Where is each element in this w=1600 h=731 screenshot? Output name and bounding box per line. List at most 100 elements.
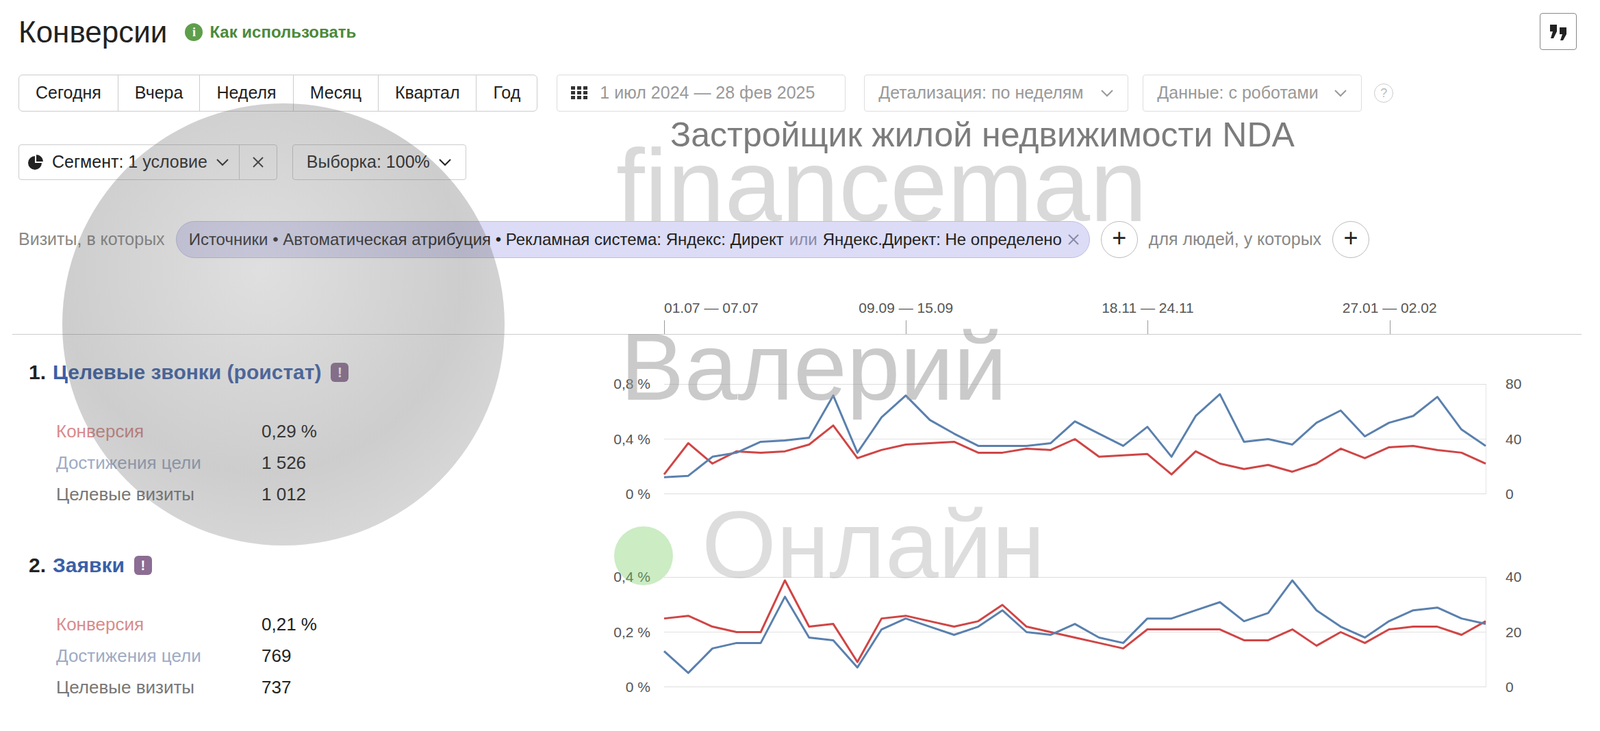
metric-label: Целевые визиты bbox=[56, 674, 262, 702]
sample-dropdown[interactable]: Выборка: 100% bbox=[292, 144, 467, 181]
goal-summary: 1.Целевые звонки (роистат)! Конверсия0,29… bbox=[28, 356, 596, 511]
period-button[interactable]: Квартал bbox=[377, 74, 477, 112]
metric-value: 737 bbox=[261, 674, 291, 702]
metric-row: Достижения цели1 526 bbox=[28, 447, 596, 479]
chart-plot bbox=[664, 577, 1487, 688]
metric-label: Целевые визиты bbox=[56, 481, 262, 509]
goal-summary: 2.Заявки!Конверсия0,21 %Достижения цели7… bbox=[28, 549, 596, 704]
warning-badge[interactable]: ! bbox=[330, 362, 349, 383]
goal-number: 1. bbox=[28, 356, 46, 388]
toolbar: СегодняВчераНеделяМесяцКварталГод 1 июл 2… bbox=[18, 74, 1582, 112]
axis-tick: 40 bbox=[1505, 431, 1548, 448]
goal-number: 2. bbox=[28, 549, 46, 581]
series-line[interactable] bbox=[664, 580, 1486, 663]
period-selector: СегодняВчераНеделяМесяцКварталГод bbox=[18, 74, 538, 112]
timeline-axis: 01.07 — 07.07 09.09 — 15.09 18.11 — 24.11 2… bbox=[664, 295, 1487, 335]
add-people-condition-button[interactable]: + bbox=[1332, 221, 1370, 259]
page-header: Конверсии iКак использовать bbox=[18, 9, 1582, 55]
axis-tick: 40 bbox=[1505, 568, 1548, 586]
goals-list: 1.Целевые звонки (роистат)! Конверсия0,29… bbox=[0, 334, 1600, 704]
metric-label: Конверсия bbox=[56, 418, 262, 446]
feedback-button[interactable] bbox=[1539, 13, 1577, 50]
online-dot bbox=[614, 526, 673, 586]
right-axis: 80400 bbox=[1486, 375, 1548, 503]
axis-tick: 0 bbox=[1505, 486, 1548, 503]
right-axis: 40200 bbox=[1486, 568, 1548, 696]
tick-mark bbox=[664, 320, 665, 335]
left-axis: 0,8 % 0,4 % 0 % bbox=[595, 375, 665, 503]
segment-button[interactable]: Сегмент: 1 условие bbox=[19, 145, 240, 180]
filter-chip[interactable]: Источники • Автоматическая атрибуция • Р… bbox=[175, 221, 1090, 259]
chart-series bbox=[664, 580, 1486, 663]
timeline-tick: 18.11 — 24.11 bbox=[1101, 299, 1195, 317]
series-line[interactable] bbox=[664, 394, 1486, 478]
goal-title: 1.Целевые звонки (роистат)! bbox=[28, 356, 596, 388]
timeline-tick: 01.07 — 07.07 bbox=[664, 299, 759, 317]
data-text: Данные: с роботами bbox=[1157, 80, 1318, 107]
axis-tick: 0,8 % bbox=[595, 375, 651, 393]
timeline-tick: 09.09 — 15.09 bbox=[858, 299, 954, 317]
period-button[interactable]: Месяц bbox=[293, 74, 379, 112]
metric-label: Достижения цели bbox=[56, 449, 262, 477]
segment-clear-button[interactable] bbox=[239, 145, 277, 180]
tick-mark bbox=[905, 320, 907, 335]
left-axis: 0,4 % 0,2 % 0 % bbox=[595, 568, 665, 696]
goal-chart: 0,8 %0,4 %0 %80400 bbox=[595, 384, 1548, 511]
axis-tick: 0,4 % bbox=[595, 568, 651, 586]
help-link-text: Как использовать bbox=[209, 19, 357, 45]
quote-icon bbox=[1547, 21, 1569, 42]
timeline: 01.07 — 07.07 09.09 — 15.09 18.11 — 24.11 2… bbox=[12, 295, 1582, 335]
metric-value: 1 526 bbox=[261, 449, 307, 477]
add-visit-condition-button[interactable]: + bbox=[1100, 221, 1138, 259]
axis-tick: 0 % bbox=[595, 679, 651, 696]
close-icon bbox=[251, 156, 265, 169]
watermark-company: Застройщик жилой недвижимости NDA bbox=[670, 116, 1295, 155]
line-chart bbox=[664, 384, 1486, 494]
metric-row: Целевые визиты1 012 bbox=[28, 478, 596, 511]
visits-label: Визиты, в которых bbox=[18, 226, 165, 253]
goal-chart: 0,4 %0,2 %0 %40200 bbox=[595, 577, 1548, 704]
segment-text: Сегмент: 1 условие bbox=[52, 149, 208, 176]
period-button[interactable]: Сегодня bbox=[18, 74, 119, 112]
goal-metrics: Конверсия0,29 %Достижения цели1 526Целев… bbox=[28, 415, 596, 511]
series-line[interactable] bbox=[664, 580, 1486, 673]
watermark-status: Онлайн bbox=[701, 497, 1045, 593]
page: Конверсии iКак использовать СегодняВчераНе… bbox=[0, 0, 1600, 259]
warning-badge[interactable]: ! bbox=[134, 555, 152, 576]
detail-text: Детализация: по неделям bbox=[878, 80, 1084, 107]
goal-link[interactable]: Заявки bbox=[52, 549, 125, 581]
metric-row: Конверсия0,29 % bbox=[28, 415, 596, 448]
data-help[interactable]: ? bbox=[1374, 83, 1394, 103]
detail-dropdown[interactable]: Детализация: по неделям bbox=[864, 74, 1129, 112]
axis-tick: 0 bbox=[1505, 679, 1548, 696]
period-button[interactable]: Год bbox=[475, 74, 538, 112]
goal: 1.Целевые звонки (роистат)! Конверсия0,29… bbox=[28, 356, 1600, 511]
timeline-tick: 27.01 — 02.02 bbox=[1342, 299, 1438, 317]
metric-value: 0,29 % bbox=[261, 418, 317, 446]
help-link[interactable]: iКак использовать bbox=[184, 19, 357, 45]
line-chart bbox=[664, 577, 1486, 687]
watermark-person: Валерий bbox=[620, 319, 1008, 415]
condition-text: Источники • Автоматическая атрибуция • Р… bbox=[188, 227, 784, 252]
pie-chart-icon bbox=[27, 154, 44, 171]
chart-plot bbox=[664, 384, 1487, 495]
data-dropdown[interactable]: Данные: с роботами bbox=[1142, 74, 1362, 112]
goal: 2.Заявки!Конверсия0,21 %Достижения цели7… bbox=[28, 549, 1600, 704]
axis-tick: 0 % bbox=[595, 486, 651, 503]
avatar-photo bbox=[62, 103, 505, 546]
grid-line bbox=[664, 631, 1486, 633]
goal-link[interactable]: Целевые звонки (роистат) bbox=[52, 356, 322, 388]
period-button[interactable]: Вчера bbox=[117, 74, 201, 112]
date-range-button[interactable]: 1 июл 2024 — 28 фев 2025 bbox=[556, 74, 846, 112]
page-title: Конверсии bbox=[18, 14, 168, 51]
axis-tick: 0,2 % bbox=[595, 624, 651, 641]
chevron-down-icon bbox=[1100, 88, 1114, 98]
chart-series bbox=[664, 580, 1486, 673]
metric-value: 0,21 % bbox=[261, 611, 317, 639]
period-button[interactable]: Неделя bbox=[199, 74, 294, 112]
remove-icon[interactable] bbox=[1067, 233, 1080, 246]
segment-control: Сегмент: 1 условие bbox=[18, 144, 278, 181]
axis-tick: 0,4 % bbox=[595, 431, 651, 448]
metric-value: 1 012 bbox=[261, 481, 307, 509]
metric-label: Достижения цели bbox=[56, 642, 262, 670]
